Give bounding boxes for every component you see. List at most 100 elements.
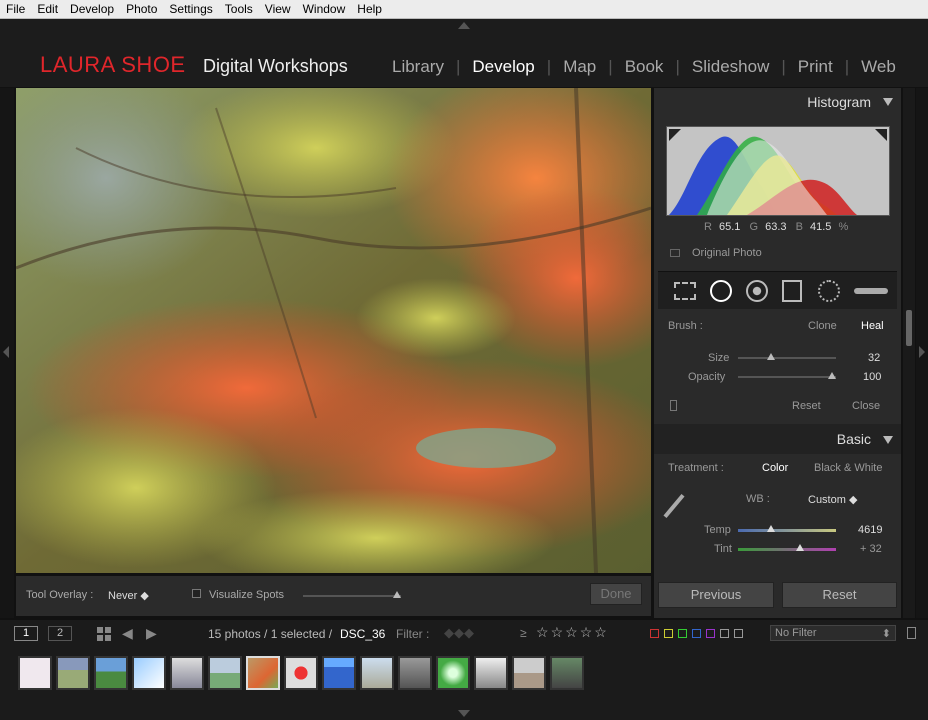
purple-label-filter[interactable] <box>706 629 715 638</box>
module-slideshow[interactable]: Slideshow <box>680 57 782 77</box>
opacity-value[interactable]: 100 <box>863 371 881 383</box>
module-map[interactable]: Map <box>551 57 608 77</box>
star-filter[interactable]: ☆ ☆ ☆ ☆ ☆ <box>536 624 609 641</box>
green-label-filter[interactable] <box>678 629 687 638</box>
size-slider[interactable] <box>738 357 836 359</box>
tint-slider[interactable] <box>738 548 836 551</box>
flag-filter-icons[interactable]: ◆◆◆ <box>444 625 474 641</box>
left-panel-toggle[interactable] <box>0 88 14 618</box>
tint-value[interactable]: + 32 <box>860 543 882 555</box>
filmstrip-thumbnail[interactable] <box>284 656 318 690</box>
red-eye-icon[interactable] <box>746 280 768 302</box>
wb-select[interactable]: Custom ◆ <box>808 493 857 506</box>
crop-overlay-icon[interactable] <box>674 282 696 300</box>
graduated-filter-icon[interactable] <box>782 280 802 302</box>
filmstrip-thumbnail-selected[interactable] <box>246 656 280 690</box>
menu-settings[interactable]: Settings <box>163 2 218 16</box>
filmstrip-thumbnail[interactable] <box>132 656 166 690</box>
reset-button[interactable]: Reset <box>782 582 897 608</box>
basic-collapse-icon[interactable] <box>883 436 893 444</box>
previous-button[interactable]: Previous <box>658 582 774 608</box>
filmstrip-thumbnail[interactable] <box>512 656 546 690</box>
menu-help[interactable]: Help <box>351 2 388 16</box>
radial-filter-icon[interactable] <box>818 280 840 302</box>
opacity-slider[interactable] <box>738 376 836 378</box>
filmstrip-thumbnail[interactable] <box>360 656 394 690</box>
treatment-color-option[interactable]: Color <box>762 462 788 474</box>
temp-slider[interactable] <box>738 529 836 532</box>
slider-thumb-icon[interactable] <box>393 591 401 598</box>
opacity-slider-thumb-icon[interactable] <box>828 372 836 379</box>
clone-option[interactable]: Clone <box>808 320 837 332</box>
size-slider-thumb-icon[interactable] <box>767 353 775 360</box>
star-icon-4[interactable]: ☆ <box>580 624 593 640</box>
module-library[interactable]: Library <box>380 57 456 77</box>
filmstrip-thumbnail[interactable] <box>436 656 470 690</box>
menu-tools[interactable]: Tools <box>219 2 259 16</box>
filmstrip-thumbnail[interactable] <box>56 656 90 690</box>
menu-photo[interactable]: Photo <box>120 2 163 16</box>
mask-toggle-icon[interactable] <box>670 400 677 411</box>
heal-option[interactable]: Heal <box>861 320 884 332</box>
histogram-title[interactable]: Histogram <box>807 94 871 110</box>
module-book[interactable]: Book <box>613 57 676 77</box>
collapse-top-panel-icon[interactable] <box>458 22 470 29</box>
blue-label-filter[interactable] <box>692 629 701 638</box>
filmstrip-thumbnail[interactable] <box>170 656 204 690</box>
spot-close-button[interactable]: Close <box>852 400 880 412</box>
panel-scrollbar[interactable] <box>903 88 915 618</box>
rating-comparison[interactable]: ≥ <box>520 626 527 640</box>
no-label-filter[interactable] <box>734 629 743 638</box>
filmstrip-thumbnail[interactable] <box>208 656 242 690</box>
filmstrip-thumbnail[interactable] <box>322 656 356 690</box>
tint-slider-thumb-icon[interactable] <box>796 544 804 551</box>
yellow-label-filter[interactable] <box>664 629 673 638</box>
filmstrip-thumbnail[interactable] <box>94 656 128 690</box>
temp-value[interactable]: 4619 <box>858 524 882 536</box>
right-panel-toggle[interactable] <box>916 88 928 618</box>
white-balance-picker-icon[interactable] <box>663 493 685 519</box>
module-print[interactable]: Print <box>786 57 845 77</box>
red-label-filter[interactable] <box>650 629 659 638</box>
back-arrow-icon[interactable]: ◀ <box>122 625 133 642</box>
menu-window[interactable]: Window <box>297 2 352 16</box>
grid-view-icon[interactable] <box>97 627 111 641</box>
visualize-threshold-slider[interactable] <box>303 595 401 597</box>
star-icon-2[interactable]: ☆ <box>551 624 564 640</box>
forward-arrow-icon[interactable]: ▶ <box>146 625 157 642</box>
custom-label-filter[interactable] <box>720 629 729 638</box>
tool-overlay-select[interactable]: Never ◆ <box>108 589 149 602</box>
filter-preset-select[interactable]: No Filter ⬍ <box>770 625 896 641</box>
original-photo-checkbox[interactable] <box>670 249 680 257</box>
filmstrip-thumbnail[interactable] <box>550 656 584 690</box>
menu-edit[interactable]: Edit <box>31 2 64 16</box>
star-icon-1[interactable]: ☆ <box>536 624 549 640</box>
module-develop[interactable]: Develop <box>460 57 546 77</box>
spot-removal-icon[interactable] <box>710 280 732 302</box>
shadow-clipping-icon[interactable] <box>669 129 681 141</box>
highlight-clipping-icon[interactable] <box>875 129 887 141</box>
basic-title[interactable]: Basic <box>837 431 871 447</box>
treatment-bw-option[interactable]: Black & White <box>814 462 882 474</box>
temp-slider-thumb-icon[interactable] <box>767 525 775 532</box>
scrollbar-thumb[interactable] <box>906 310 912 346</box>
histogram-graph[interactable] <box>666 126 890 216</box>
photo-canvas[interactable] <box>16 88 651 573</box>
spot-reset-button[interactable]: Reset <box>792 400 821 412</box>
second-window-button[interactable]: 2 <box>48 626 72 641</box>
menu-view[interactable]: View <box>259 2 297 16</box>
module-web[interactable]: Web <box>849 57 908 77</box>
star-icon-5[interactable]: ☆ <box>594 624 607 640</box>
filter-lock-icon[interactable] <box>907 627 916 639</box>
collapse-triangle-icon[interactable] <box>883 98 893 106</box>
filmstrip-thumbnail[interactable] <box>398 656 432 690</box>
star-icon-3[interactable]: ☆ <box>565 624 578 640</box>
menu-develop[interactable]: Develop <box>64 2 120 16</box>
filmstrip-thumbnail[interactable] <box>18 656 52 690</box>
filmstrip-thumbnail[interactable] <box>474 656 508 690</box>
done-button[interactable]: Done <box>590 583 642 605</box>
visualize-spots-checkbox[interactable] <box>192 589 201 598</box>
adjustment-brush-icon[interactable] <box>854 288 888 294</box>
size-value[interactable]: 32 <box>868 352 880 364</box>
main-window-button[interactable]: 1 <box>14 626 38 641</box>
